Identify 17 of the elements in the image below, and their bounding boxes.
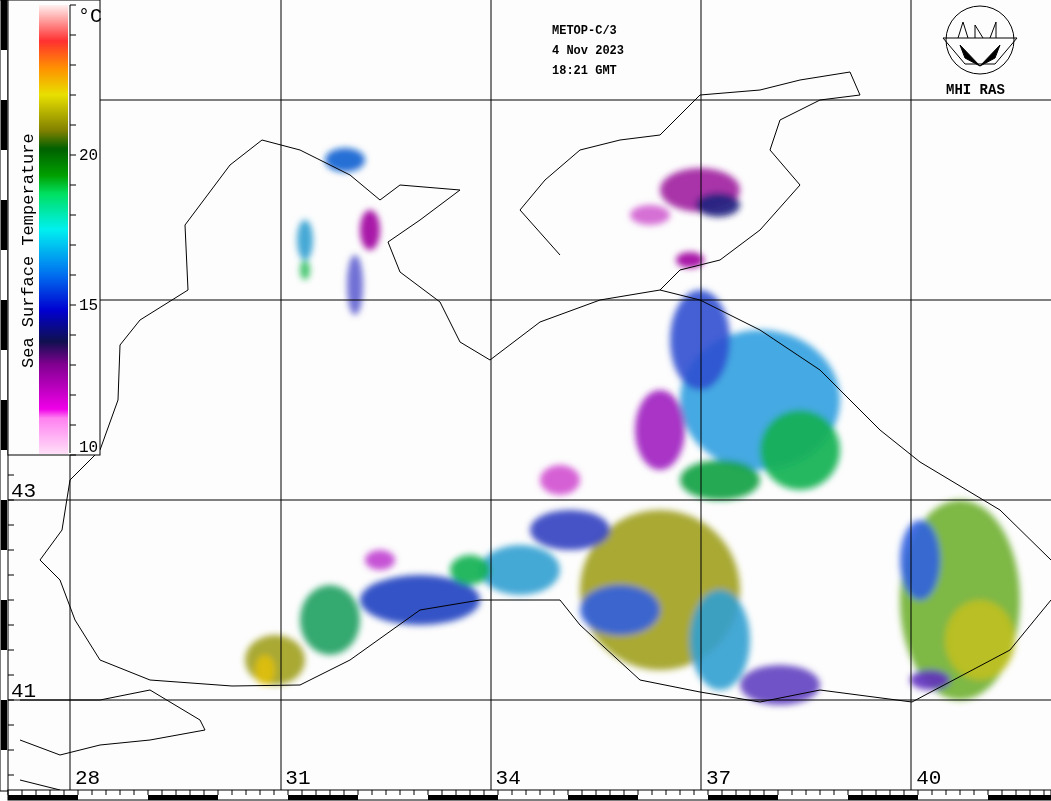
scale-tick-label: 15 [79, 297, 99, 315]
logo-icon [942, 5, 1018, 75]
longitude-label: 34 [495, 767, 521, 790]
logo-text: MHI RAS [946, 82, 1005, 98]
longitude-label: 28 [75, 767, 101, 790]
time-label: 18:21 GMT [552, 64, 617, 78]
longitude-label: 37 [705, 767, 732, 790]
latitude-label: 43 [11, 480, 37, 503]
longitude-label: 31 [285, 767, 311, 790]
date-label: 4 Nov 2023 [552, 44, 624, 58]
satellite-name: METOP-C/3 [552, 24, 617, 38]
longitude-label: 40 [916, 767, 942, 790]
latitude-label: 41 [11, 680, 37, 703]
scale-title: Sea Surface Temperature [19, 133, 38, 368]
scale-tick-label: 20 [79, 147, 99, 165]
unit-label: °C [78, 5, 102, 28]
scale-tick-label: 10 [79, 439, 99, 457]
